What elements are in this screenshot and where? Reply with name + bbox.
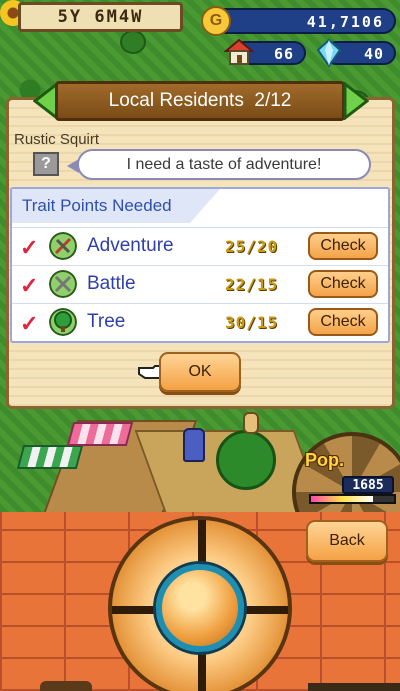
trait-row-tree: ✓ Tree 30/15 Check [12, 303, 388, 341]
back-button[interactable]: Back [306, 520, 388, 562]
checkmark-icon: ✓ [20, 311, 39, 336]
adventure-icon [49, 232, 77, 260]
houses-value: 66 [273, 45, 294, 63]
coin-symbol: G [209, 12, 223, 29]
population-value: 1685 [342, 476, 394, 494]
population-bar [309, 494, 396, 504]
villager-character[interactable] [243, 412, 259, 434]
crystals-value: 40 [363, 45, 384, 63]
knight-character[interactable] [183, 428, 205, 462]
trait-row-battle: ✓ Battle 22/15 Check [12, 265, 388, 303]
crystal-icon [316, 38, 342, 68]
trait-name: Adventure [87, 235, 174, 256]
date-display: 5Y 6M4W [18, 2, 183, 32]
house-icon [224, 38, 254, 65]
tree-icon [216, 430, 276, 490]
tree-icon [49, 308, 77, 336]
next-arrow-icon[interactable] [343, 82, 369, 120]
speech-text: I need a taste of adventure! [126, 155, 322, 173]
checkmark-icon: ✓ [20, 273, 39, 298]
title-text: Local Residents [108, 90, 244, 111]
dialog-title-bar: Local Residents 2/12 [55, 81, 345, 121]
trait-points: 25/20 [225, 237, 279, 256]
battle-icon [49, 270, 77, 298]
trait-header-text: Trait Points Needed [22, 196, 172, 215]
checkmark-icon: ✓ [20, 235, 39, 260]
ok-button[interactable]: OK [159, 352, 241, 392]
date-text: 5Y 6M4W [57, 7, 144, 27]
info-tab[interactable] [308, 683, 400, 691]
money-value: 41,7106 [306, 13, 384, 31]
directional-pad[interactable] [108, 516, 292, 691]
trait-points: 22/15 [225, 275, 279, 294]
houses-display: 66 [224, 38, 306, 65]
trait-name: Tree [87, 311, 126, 332]
dpad-center-button[interactable] [156, 564, 244, 652]
menu-tab[interactable] [40, 681, 92, 691]
speech-bubble: I need a taste of adventure! [67, 149, 371, 180]
trait-points-header: Trait Points Needed [12, 189, 220, 223]
check-tree-button[interactable]: Check [308, 308, 378, 336]
trait-points: 30/15 [225, 313, 279, 332]
check-adventure-button[interactable]: Check [308, 232, 378, 260]
money-display: G 41,7106 [201, 6, 396, 36]
page-counter: 2/12 [254, 90, 292, 111]
market-stall[interactable] [16, 445, 84, 469]
population-label: Pop. [305, 450, 344, 470]
crystals-display: 40 [316, 38, 396, 68]
portrait-placeholder: ? [41, 155, 51, 172]
trait-name: Battle [87, 273, 136, 294]
check-battle-button[interactable]: Check [308, 270, 378, 298]
tree-icon [120, 30, 146, 54]
resident-name: Rustic Squirt [14, 131, 100, 148]
market-stall[interactable] [66, 422, 134, 446]
coin-icon: G [201, 6, 231, 36]
trait-row-adventure: ✓ Adventure 25/20 Check [12, 227, 388, 265]
dialog-title: Local Residents 2/12 [109, 90, 292, 112]
trait-points-table: Trait Points Needed ✓ Adventure 25/20 Ch… [10, 187, 390, 343]
resident-portrait-icon: ? [33, 152, 59, 176]
population-bar-fill [311, 496, 374, 502]
